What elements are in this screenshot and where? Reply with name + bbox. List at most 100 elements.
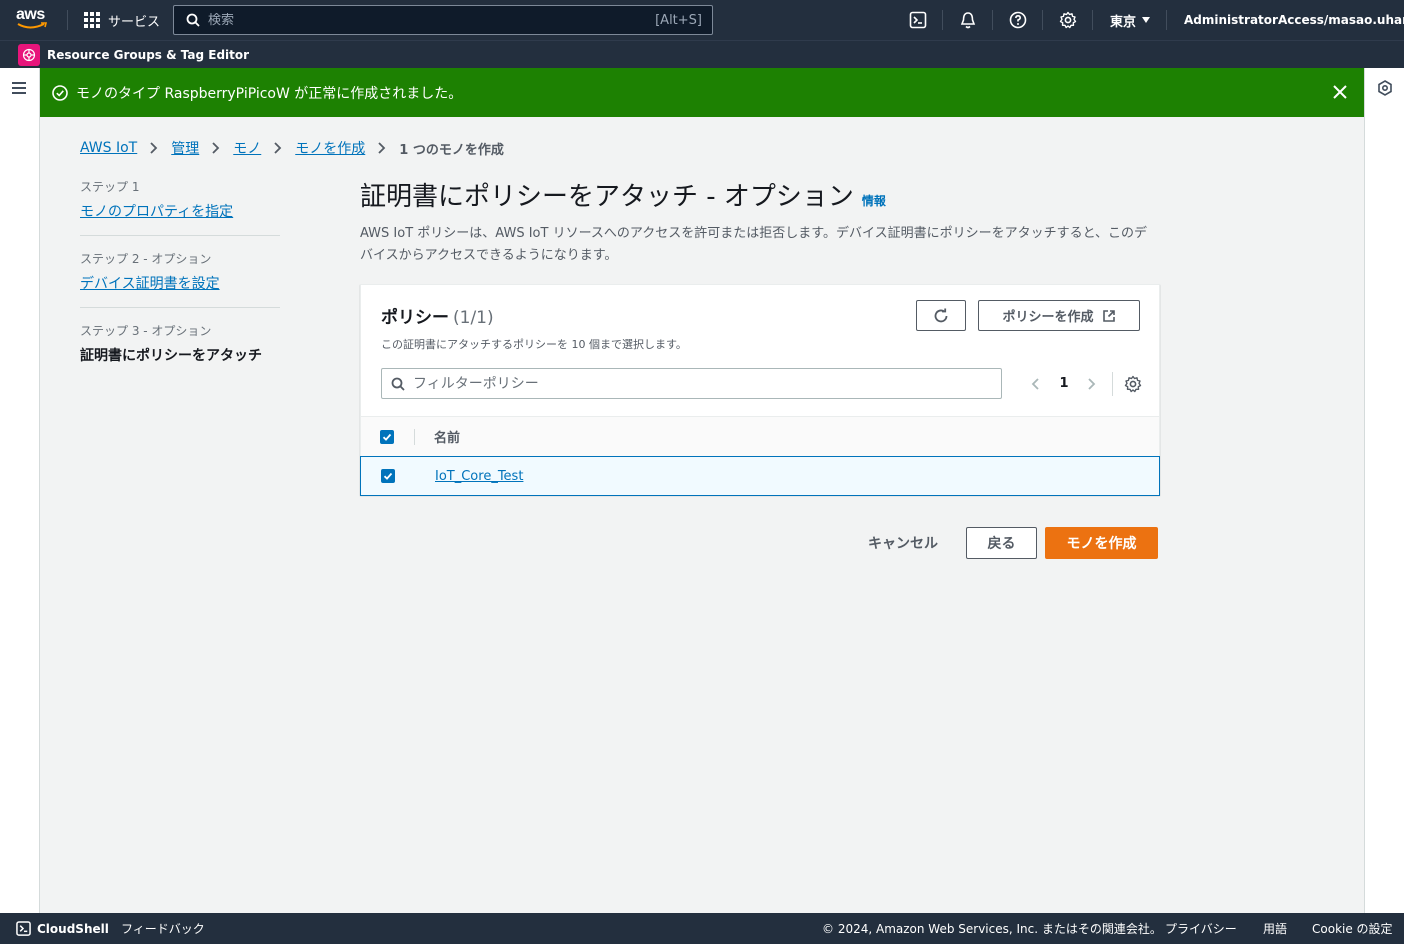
tools-panel-icon[interactable] xyxy=(1377,80,1393,96)
global-search[interactable]: [Alt+S] xyxy=(173,5,713,35)
main-content: 証明書にポリシーをアタッチ - オプション 情報 AWS IoT ポリシーは、A… xyxy=(360,176,1160,267)
nav-divider xyxy=(942,10,943,30)
right-rail xyxy=(1364,68,1404,913)
check-circle-icon xyxy=(52,84,68,101)
select-all-checkbox[interactable] xyxy=(380,429,394,444)
gear-icon xyxy=(1124,375,1142,392)
page-number-button[interactable]: 1 xyxy=(1050,368,1078,399)
step-current-attach-policy: 証明書にポリシーをアタッチ xyxy=(80,348,262,364)
external-link-icon xyxy=(1102,309,1115,322)
caret-down-icon xyxy=(1142,17,1151,23)
pager-divider xyxy=(1112,371,1113,396)
chevron-left-icon xyxy=(1031,377,1039,390)
search-input[interactable] xyxy=(208,12,628,28)
account-menu[interactable]: AdministratorAccess/masao.uhara xyxy=(1184,0,1404,40)
step-number: ステップ 3 - オプション xyxy=(80,324,212,338)
grid-icon xyxy=(84,12,100,28)
chevron-right-icon xyxy=(377,141,387,155)
nav-divider xyxy=(67,10,68,30)
check-icon xyxy=(382,433,392,441)
cookie-settings-link[interactable]: Cookie の設定 xyxy=(1312,920,1393,937)
left-rail xyxy=(0,68,40,913)
bell-icon[interactable] xyxy=(958,10,978,30)
chevron-right-icon xyxy=(1088,377,1096,390)
success-flash-banner: モノのタイプ RaspberryPiPicoW が正常に作成されました。 xyxy=(40,68,1364,117)
copyright-text: © 2024, Amazon Web Services, Inc. またはその関… xyxy=(822,922,1162,936)
account-label: AdministratorAccess/masao.uhara xyxy=(1184,13,1404,27)
chevron-right-icon xyxy=(273,141,283,155)
nav-divider xyxy=(1092,10,1093,30)
table-header: 名前 xyxy=(361,416,1159,456)
create-policy-label: ポリシーを作成 xyxy=(1002,310,1094,325)
help-icon[interactable] xyxy=(1008,10,1028,30)
policies-subtitle: この証明書にアタッチするポリシーを 10 個まで選択します。 xyxy=(381,338,687,351)
cloudshell-icon[interactable] xyxy=(908,10,928,30)
next-page-button[interactable] xyxy=(1078,368,1106,399)
nav-divider xyxy=(1042,10,1043,30)
page-description: AWS IoT ポリシーは、AWS IoT リソースへのアクセスを許可または拒否… xyxy=(360,226,1148,263)
info-link[interactable]: 情報 xyxy=(862,192,886,209)
step-link-device-certificate[interactable]: デバイス証明書を設定 xyxy=(80,276,220,292)
favorites-bar: Resource Groups & Tag Editor xyxy=(0,40,1404,68)
region-label: 東京 xyxy=(1110,14,1137,30)
refresh-button[interactable] xyxy=(916,300,966,331)
breadcrumb-aws-iot[interactable]: AWS IoT xyxy=(80,140,137,156)
wizard-step-2: ステップ 2 - オプション デバイス証明書を設定 xyxy=(80,250,280,308)
menu-icon[interactable] xyxy=(12,82,26,94)
services-label: サービス xyxy=(108,14,161,30)
breadcrumb-things[interactable]: モノ xyxy=(233,138,261,158)
filter-policies[interactable] xyxy=(381,368,1002,399)
breadcrumb-current: 1 つのモノを作成 xyxy=(399,142,504,158)
column-header-name[interactable]: 名前 xyxy=(434,427,460,446)
pagination: 1 xyxy=(1022,368,1147,399)
breadcrumb: AWS IoT 管理 モノ モノを作成 1 つのモノを作成 xyxy=(80,138,504,158)
wizard-step-1: ステップ 1 モノのプロパティを指定 xyxy=(80,178,280,236)
close-icon[interactable] xyxy=(1332,84,1348,100)
column-divider xyxy=(414,429,415,445)
page-title: 証明書にポリシーをアタッチ - オプション xyxy=(360,182,854,212)
cloudshell-button[interactable]: CloudShell xyxy=(16,921,109,936)
step-number: ステップ 2 - オプション xyxy=(80,252,212,266)
favorite-resource-groups-link[interactable]: Resource Groups & Tag Editor xyxy=(47,41,249,69)
policies-panel: ポリシー (1/1) この証明書にアタッチするポリシーを 10 個まで選択します。… xyxy=(360,284,1160,496)
terms-link[interactable]: 用語 xyxy=(1263,920,1287,937)
table-preferences-button[interactable] xyxy=(1119,368,1147,399)
check-icon xyxy=(383,472,393,480)
footer: CloudShell フィードバック © 2024, Amazon Web Se… xyxy=(0,913,1404,944)
flash-message: モノのタイプ RaspberryPiPicoW が正常に作成されました。 xyxy=(76,85,463,102)
chevron-right-icon xyxy=(211,141,221,155)
panel-title: ポリシー (1/1) xyxy=(381,303,494,328)
previous-page-button[interactable] xyxy=(1022,368,1050,399)
search-icon xyxy=(186,13,200,27)
search-icon xyxy=(391,377,405,391)
wizard-step-3: ステップ 3 - オプション 証明書にポリシーをアタッチ xyxy=(80,322,280,379)
filter-input[interactable] xyxy=(413,375,973,392)
breadcrumb-manage[interactable]: 管理 xyxy=(171,138,199,158)
table-row[interactable]: IoT_Core_Test xyxy=(360,456,1160,496)
step-number: ステップ 1 xyxy=(80,180,140,194)
row-checkbox[interactable] xyxy=(381,469,395,483)
region-selector[interactable]: 東京 xyxy=(1110,0,1151,40)
wizard-actions: キャンセル 戻る モノを作成 xyxy=(856,527,1158,559)
breadcrumb-create-things[interactable]: モノを作成 xyxy=(295,138,365,158)
resource-groups-icon[interactable] xyxy=(18,44,40,66)
nav-divider xyxy=(992,10,993,30)
chevron-right-icon xyxy=(149,141,159,155)
cloudshell-icon xyxy=(16,921,31,936)
top-navigation: aws サービス [Alt+S] 東京 AdministratorAc xyxy=(0,0,1404,40)
privacy-link[interactable]: プライバシー xyxy=(1165,920,1237,937)
gear-icon[interactable] xyxy=(1058,10,1078,30)
aws-logo[interactable]: aws xyxy=(16,6,52,34)
create-thing-button[interactable]: モノを作成 xyxy=(1045,527,1158,559)
step-link-thing-properties[interactable]: モノのプロパティを指定 xyxy=(80,204,233,220)
nav-divider xyxy=(1166,10,1167,30)
feedback-link[interactable]: フィードバック xyxy=(121,920,205,937)
services-menu-button[interactable]: サービス xyxy=(84,0,160,40)
policies-title: ポリシー xyxy=(381,308,449,328)
search-shortcut-hint: [Alt+S] xyxy=(655,12,702,28)
page-title-row: 証明書にポリシーをアタッチ - オプション 情報 xyxy=(360,176,1160,213)
policy-name-link[interactable]: IoT_Core_Test xyxy=(435,469,523,484)
back-button[interactable]: 戻る xyxy=(966,527,1037,559)
cancel-button[interactable]: キャンセル xyxy=(856,533,950,553)
create-policy-button[interactable]: ポリシーを作成 xyxy=(978,300,1140,331)
